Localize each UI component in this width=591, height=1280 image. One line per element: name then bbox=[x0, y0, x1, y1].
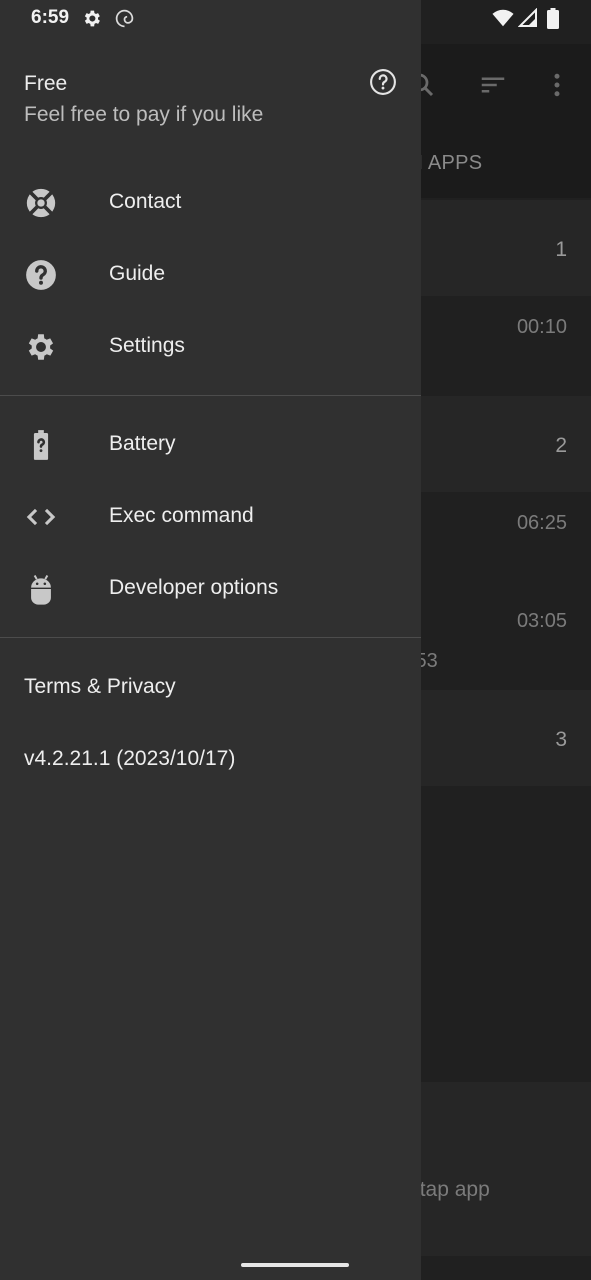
menu-item-contact[interactable]: Contact bbox=[0, 166, 421, 238]
list-item-time: 06:25 bbox=[516, 512, 567, 534]
status-bar: 6:59 bbox=[0, 0, 591, 36]
list-item-time: 00:10 bbox=[516, 316, 567, 338]
android-icon bbox=[31, 575, 51, 605]
settings-gear-icon bbox=[28, 334, 54, 360]
drawer-divider bbox=[0, 637, 421, 638]
drawer-title: Free bbox=[24, 72, 68, 95]
gear-icon bbox=[84, 10, 100, 27]
battery-unknown-icon bbox=[33, 430, 49, 460]
status-time: 6:59 bbox=[31, 7, 70, 28]
menu-item-developer-options[interactable]: Developer options bbox=[0, 552, 421, 624]
signal-icon bbox=[518, 8, 537, 27]
menu-item-label: Battery bbox=[109, 432, 176, 455]
battery-icon bbox=[547, 8, 559, 29]
sort-icon bbox=[481, 77, 505, 93]
menu-item-guide[interactable]: Guide bbox=[0, 238, 421, 310]
version-text: v4.2.21.1 (2023/10/17) bbox=[24, 747, 236, 770]
menu-item-label: Contact bbox=[109, 190, 182, 213]
menu-item-settings[interactable]: Settings bbox=[0, 310, 421, 382]
swirl-icon bbox=[115, 9, 134, 28]
menu-item-label: Settings bbox=[109, 334, 185, 357]
lifebuoy-icon bbox=[26, 188, 56, 218]
menu-item-label: Exec command bbox=[109, 504, 254, 527]
drawer-divider bbox=[0, 395, 421, 396]
gesture-navigation-bar[interactable] bbox=[241, 1263, 349, 1267]
more-vert-icon bbox=[554, 73, 560, 97]
drawer-subtitle: Feel free to pay if you like bbox=[24, 103, 264, 126]
menu-item-exec-command[interactable]: Exec command bbox=[0, 480, 421, 552]
help-filled-icon bbox=[26, 260, 56, 290]
wifi-icon bbox=[492, 9, 514, 27]
menu-item-label: Guide bbox=[109, 262, 166, 285]
help-circle-icon[interactable] bbox=[369, 68, 397, 96]
navigation-drawer: Free Feel free to pay if you like Contac… bbox=[0, 0, 421, 1280]
group-count: 1 bbox=[555, 238, 567, 261]
terms-privacy-link[interactable]: Terms & Privacy bbox=[24, 675, 176, 699]
menu-item-battery[interactable]: Battery bbox=[0, 408, 421, 480]
list-item-time: 03:05 bbox=[516, 610, 567, 632]
group-count: 2 bbox=[555, 434, 567, 457]
group-count: 3 bbox=[555, 728, 567, 751]
code-icon bbox=[26, 508, 56, 526]
menu-item-label: Developer options bbox=[109, 576, 279, 599]
